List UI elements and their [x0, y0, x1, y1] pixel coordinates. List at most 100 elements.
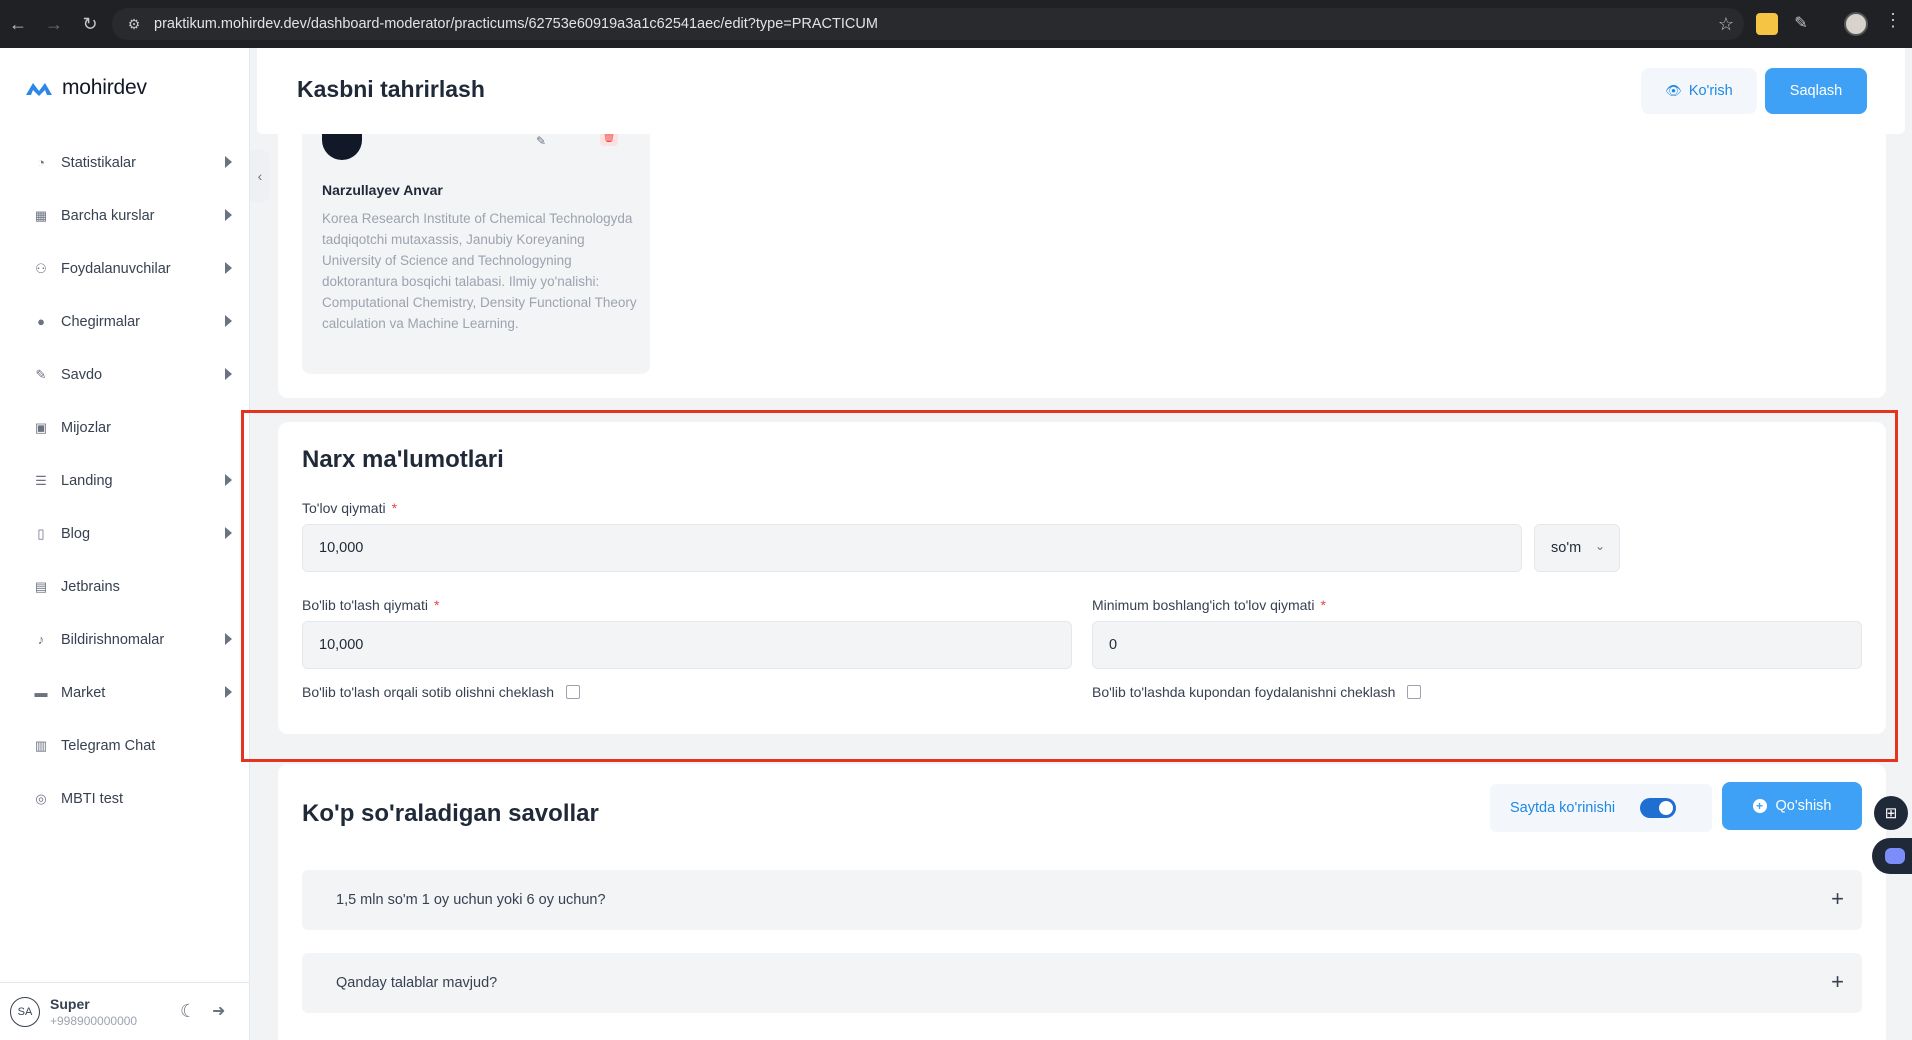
profile-avatar[interactable] [1844, 12, 1868, 36]
mohirdev-logo-icon [26, 83, 52, 96]
sidebar-collapse-button[interactable]: ‹ [250, 150, 270, 202]
user-panel: SA Super +998900000000 ☾ ➜ [0, 982, 250, 1040]
sidebar-item-mbti-test[interactable]: ◎ MBTI test [0, 772, 250, 825]
sidebar-item-label: Savdo [61, 366, 103, 383]
faq-section: Ko'p so'raladigan savollar Saytda ko'rin… [278, 764, 1886, 1040]
extensions-puzzle-icon[interactable]: ✎ [1790, 13, 1812, 35]
sidebar-item-mijozlar[interactable]: ▣ Mijozlar [0, 401, 250, 454]
faq-title: Ko'p so'raladigan savollar [302, 800, 599, 827]
calendar-icon: ▣ [34, 419, 48, 435]
expand-plus-icon[interactable]: + [1831, 886, 1844, 912]
sidebar-item-telegram-chat[interactable]: ▥ Telegram Chat [0, 719, 250, 772]
sidebar-item-label: Jetbrains [61, 578, 120, 595]
sidebar-item-label: Chegirmalar [61, 313, 140, 330]
caret-right-icon [225, 156, 232, 168]
sidebar-item-savdo[interactable]: ✎ Savdo [0, 348, 250, 401]
visibility-toggle-box: Saytda ko'rinishi [1490, 784, 1712, 832]
sidebar-item-jetbrains[interactable]: ▤ Jetbrains [0, 560, 250, 613]
add-faq-button[interactable]: + Qo'shish [1722, 782, 1862, 830]
bell-icon: ♪ [37, 632, 45, 647]
visibility-label: Saytda ko'rinishi [1510, 800, 1616, 816]
discount-icon: ● [37, 314, 45, 329]
pen-icon: ✎ [35, 366, 47, 382]
reload-icon[interactable]: ↻ [72, 6, 108, 42]
sidebar-item-landing[interactable]: ☰ Landing [0, 454, 250, 507]
caret-right-icon [225, 368, 232, 380]
chevron-left-icon: ‹ [257, 168, 263, 184]
page-title: Kasbni tahrirlash [297, 76, 485, 102]
faq-item[interactable]: 1,5 mln so'm 1 oy uchun yoki 6 oy uchun?… [302, 870, 1862, 930]
eye-icon: 👁 [1665, 83, 1682, 98]
sidebar-item-statistikalar[interactable]: ◔ Statistikalar [0, 136, 250, 189]
browser-menu-icon[interactable]: ⋮ [1884, 10, 1902, 31]
edit-icon[interactable]: ✎ [536, 134, 546, 148]
user-phone: +998900000000 [50, 1013, 138, 1028]
sidebar-item-label: Barcha kurslar [61, 207, 155, 224]
users-icon: ⚇ [35, 260, 47, 276]
logout-icon[interactable]: ➜ [212, 1001, 225, 1021]
sidebar-item-barcha-kurslar[interactable]: ▦ Barcha kurslar [0, 189, 250, 242]
view-button[interactable]: 👁 Ko'rish [1641, 68, 1757, 114]
box-icon: ▤ [34, 578, 48, 594]
view-button-label: Ko'rish [1688, 83, 1733, 99]
sidebar-item-label: MBTI test [61, 790, 124, 807]
brand-logo[interactable]: mohirdev [24, 76, 147, 100]
page-header: Kasbni tahrirlash 👁 Ko'rish Saqlash [257, 48, 1905, 134]
add-faq-label: Qo'shish [1775, 798, 1832, 814]
sidebar-menu: ◔ Statistikalar ▦ Barcha kurslar ⚇ Foydalanuv… [0, 136, 250, 825]
user-name: Super [50, 995, 90, 1012]
faq-question: Qanday talablar mavjud? [336, 975, 498, 991]
avatar[interactable]: SA [10, 996, 40, 1027]
apps-grid-icon[interactable]: ⊞ [1874, 796, 1908, 830]
sidebar-item-bildirishnomalar[interactable]: ♪ Bildirishnomalar [0, 613, 250, 666]
sidebar-item-blog[interactable]: ▯ Blog [0, 507, 250, 560]
sidebar-item-label: Blog [61, 525, 91, 542]
sidebar-item-label: Bildirishnomalar [61, 631, 165, 648]
grid-icon: ▦ [34, 207, 48, 223]
caret-right-icon [225, 262, 232, 274]
instructor-card: ✎ 🗑 Narzullayev Anvar Korea Research Ins… [302, 128, 650, 374]
instructor-section: ✎ 🗑 Narzullayev Anvar Korea Research Ins… [278, 128, 1886, 398]
bookmark-star-icon[interactable]: ☆ [1718, 14, 1734, 35]
sidebar-item-label: Statistikalar [61, 154, 136, 171]
plus-circle-icon: + [1752, 799, 1767, 813]
faq-item[interactable]: Qanday talablar mavjud? + [302, 953, 1862, 1013]
sidebar-item-label: Mijozlar [61, 419, 111, 436]
back-icon[interactable]: ← [0, 6, 36, 42]
instructor-photo [322, 134, 362, 160]
address-bar[interactable]: ⚙ praktikum.mohirdev.dev/dashboard-moder… [112, 8, 1744, 40]
caret-right-icon [225, 315, 232, 327]
caret-right-icon [225, 633, 232, 645]
caret-right-icon [225, 474, 232, 486]
forward-icon[interactable]: → [36, 6, 72, 42]
extension-icon[interactable] [1756, 13, 1778, 35]
highlight-annotation [241, 410, 1898, 762]
dark-mode-icon[interactable]: ☾ [180, 1001, 196, 1022]
browser-toolbar: ← → ↻ ⚙ praktikum.mohirdev.dev/dashboard… [0, 0, 1912, 48]
faq-question: 1,5 mln so'm 1 oy uchun yoki 6 oy uchun? [336, 892, 606, 908]
expand-plus-icon[interactable]: + [1831, 969, 1844, 995]
chatbot-launcher[interactable] [1872, 838, 1912, 874]
sidebar: mohirdev ◔ Statistikalar ▦ Barcha kurslar ⚇ F… [0, 48, 250, 1040]
bot-icon [1885, 848, 1905, 864]
caret-right-icon [225, 209, 232, 221]
layers-icon: ☰ [35, 472, 47, 488]
url-text[interactable]: praktikum.mohirdev.dev/dashboard-moderat… [154, 16, 878, 32]
caret-right-icon [225, 686, 232, 698]
sidebar-item-label: Market [61, 684, 106, 701]
document-icon: ▯ [37, 525, 45, 541]
sidebar-item-label: Foydalanuvchilar [61, 260, 171, 277]
pie-chart-icon: ◔ [37, 155, 45, 170]
brain-icon: ◎ [35, 790, 47, 806]
store-icon: ▬ [34, 685, 48, 700]
site-settings-icon[interactable]: ⚙ [120, 16, 148, 33]
instructor-name: Narzullayev Anvar [322, 182, 443, 198]
visibility-toggle[interactable] [1640, 798, 1676, 818]
sidebar-item-chegirmalar[interactable]: ● Chegirmalar [0, 295, 250, 348]
brand-name: mohirdev [62, 76, 147, 99]
chat-icon: ▥ [34, 737, 48, 753]
instructor-bio: Korea Research Institute of Chemical Tec… [322, 211, 637, 331]
sidebar-item-foydalanuvchilar[interactable]: ⚇ Foydalanuvchilar [0, 242, 250, 295]
save-button[interactable]: Saqlash [1765, 68, 1867, 114]
sidebar-item-market[interactable]: ▬ Market [0, 666, 250, 719]
